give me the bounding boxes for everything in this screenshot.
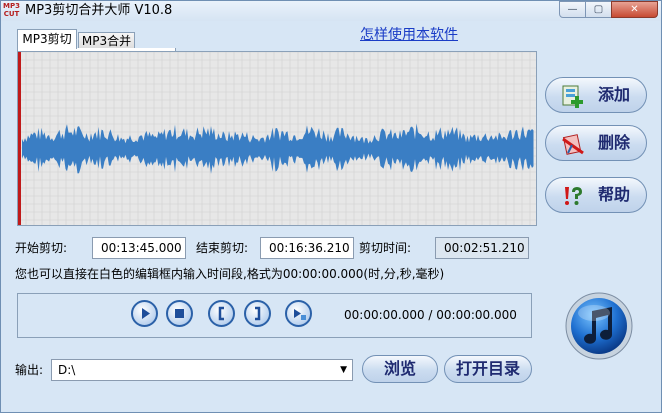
browse-button[interactable]: 浏览	[362, 355, 438, 383]
set-start-button[interactable]	[208, 300, 235, 327]
start-time-input[interactable]: 00:13:45.000	[92, 237, 186, 259]
end-time-input[interactable]: 00:16:36.210	[260, 237, 354, 259]
output-path-value: D:\	[58, 363, 76, 377]
playback-position: 00:00:00.000 / 00:00:00.000	[344, 308, 517, 322]
maximize-button[interactable]: ▢	[585, 1, 612, 18]
minimize-button[interactable]: —	[559, 1, 586, 18]
waveform-panel[interactable]	[17, 51, 537, 226]
delete-button-label: 删除	[598, 133, 631, 152]
open-folder-button[interactable]: 打开目录	[444, 355, 532, 383]
duration-label: 剪切时间:	[359, 241, 412, 255]
tab-mp3-cut[interactable]: MP3剪切	[17, 29, 77, 49]
app-logo: MP3 CUT	[3, 2, 20, 18]
title-bar: MP3 CUT MP3剪切合并大师 V10.8 — ▢ ✕	[1, 1, 661, 21]
waveform-graph	[18, 52, 536, 225]
delete-button[interactable]: 删除	[545, 125, 647, 161]
tab-mp3-merge[interactable]: MP3合并	[78, 32, 135, 49]
bracket-left-icon	[218, 306, 224, 321]
output-label: 输出:	[15, 363, 44, 377]
window-title: MP3剪切合并大师 V10.8	[25, 3, 173, 18]
add-button[interactable]: 添加	[545, 77, 647, 113]
play-button[interactable]	[131, 300, 158, 327]
output-path-select[interactable]: D:\ ▼	[51, 359, 353, 381]
help-button-label: 帮助	[598, 185, 631, 204]
stop-button[interactable]	[166, 300, 193, 327]
play-icon	[142, 308, 150, 319]
waveform	[22, 123, 534, 174]
stop-icon	[175, 309, 184, 318]
set-end-button[interactable]	[244, 300, 271, 327]
help-button[interactable]: 帮助	[545, 177, 647, 213]
help-icon	[565, 187, 582, 205]
help-link[interactable]: 怎样使用本软件	[360, 26, 458, 44]
dropdown-arrow-icon[interactable]: ▼	[340, 360, 347, 380]
bracket-right-icon	[255, 306, 261, 321]
music-note-icon	[565, 292, 633, 360]
add-file-icon	[562, 85, 583, 108]
playhead-cursor	[18, 52, 21, 225]
play-selection-button[interactable]	[285, 300, 312, 327]
delete-icon	[562, 134, 584, 155]
close-button[interactable]: ✕	[611, 1, 658, 18]
end-time-label: 结束剪切:	[196, 241, 249, 255]
start-time-label: 开始剪切:	[15, 241, 68, 255]
app-window: MP3 CUT MP3剪切合并大师 V10.8 — ▢ ✕ MP3剪切 MP3合…	[0, 0, 662, 413]
time-format-hint: 您也可以直接在白色的编辑框内输入时间段,格式为00:00:00.000(时,分,…	[15, 267, 445, 281]
add-button-label: 添加	[598, 85, 631, 104]
duration-field: 00:02:51.210	[435, 237, 529, 259]
play-selection-icon	[294, 309, 306, 320]
